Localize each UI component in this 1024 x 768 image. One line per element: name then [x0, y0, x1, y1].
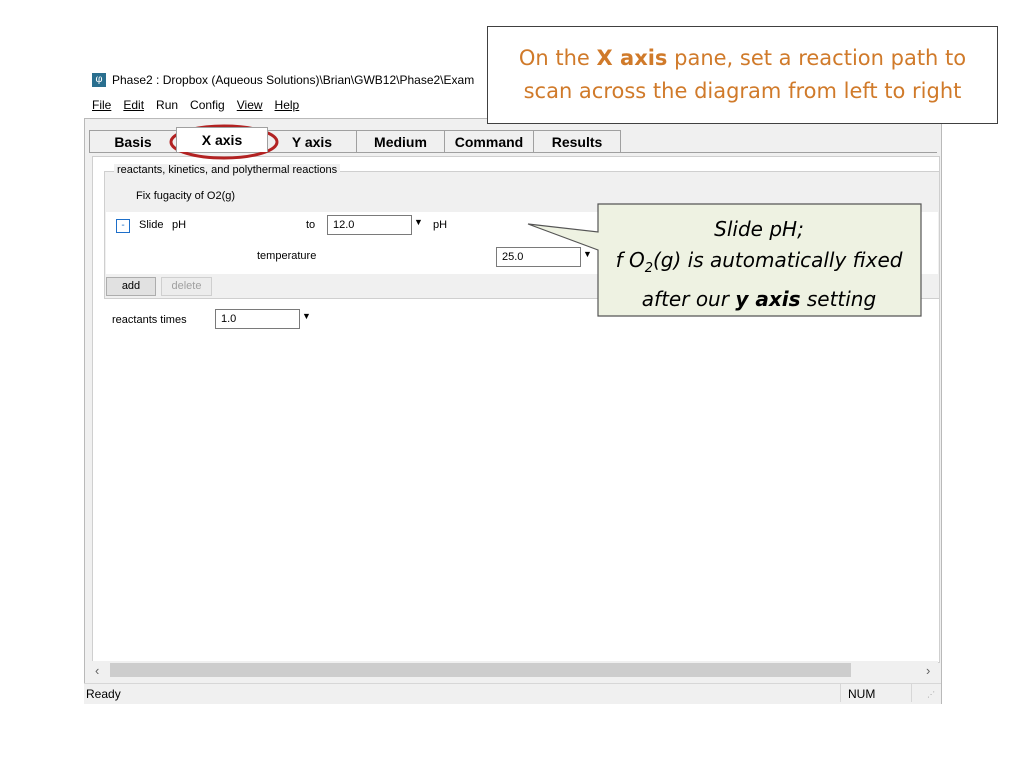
chevron-left-icon[interactable]: ‹	[95, 663, 99, 678]
menu-run[interactable]: Run	[156, 98, 178, 112]
callout-emphasis: X axis	[596, 46, 668, 70]
slide-value-field[interactable]: 12.0	[327, 215, 412, 235]
tab-command[interactable]: Command	[444, 130, 534, 152]
window-title: Phase2 : Dropbox (Aqueous Solutions)\Bri…	[112, 73, 475, 87]
callout-line-1: On the X axis pane, set a reaction path …	[518, 46, 967, 70]
delete-button[interactable]: delete	[161, 277, 212, 296]
tab-results[interactable]: Results	[533, 130, 621, 152]
speech-line-3: after our y axis setting	[641, 287, 877, 311]
speech-callout-text: Slide pH; f O2(g) is automatically fixed…	[597, 214, 921, 315]
menu-file[interactable]: File	[92, 98, 111, 112]
tab-y-axis[interactable]: Y axis	[267, 130, 357, 152]
phase2-icon: φ	[92, 73, 106, 87]
status-text: Ready	[86, 687, 121, 701]
temperature-label: temperature	[257, 250, 317, 262]
slide-label: Slide	[139, 219, 164, 231]
fix-fugacity-label[interactable]: Fix fugacity of O2(g)	[136, 190, 235, 202]
remove-reactant-button[interactable]: -	[116, 219, 130, 233]
reactants-times-label: reactants times	[112, 314, 187, 326]
speech-line-1: Slide pH;	[714, 217, 804, 241]
title-bar: φ Phase2 : Dropbox (Aqueous Solutions)\B…	[92, 70, 474, 90]
scrollbar-thumb[interactable]	[110, 663, 851, 677]
status-bar	[84, 683, 941, 704]
instruction-callout: On the X axis pane, set a reaction path …	[487, 26, 998, 124]
resize-grip-icon[interactable]: ⋰	[927, 690, 935, 699]
menu-config[interactable]: Config	[190, 98, 225, 112]
menu-edit[interactable]: Edit	[123, 98, 144, 112]
chevron-down-icon[interactable]: ▼	[302, 311, 311, 321]
tab-basis[interactable]: Basis	[89, 130, 177, 152]
group-label: reactants, kinetics, and polythermal rea…	[114, 164, 341, 176]
to-label: to	[306, 219, 316, 231]
speech-line-2: f O2(g) is automatically fixed	[615, 248, 903, 276]
reactants-times-field[interactable]: 1.0	[215, 309, 300, 329]
slide-variable[interactable]: pH	[172, 219, 186, 231]
menu-view[interactable]: View	[237, 98, 263, 112]
menu-help[interactable]: Help	[275, 98, 300, 112]
add-button[interactable]: add	[106, 277, 156, 296]
num-indicator: NUM	[848, 687, 876, 701]
tab-medium[interactable]: Medium	[356, 130, 445, 152]
slide-unit[interactable]: pH	[433, 219, 447, 231]
chevron-down-icon[interactable]: ▼	[414, 217, 423, 227]
chevron-right-icon[interactable]: ›	[926, 663, 930, 678]
menu-bar: File Edit Run Config View Help	[92, 98, 299, 112]
tab-x-axis[interactable]: X axis	[176, 127, 268, 152]
callout-line-2: scan across the diagram from left to rig…	[523, 79, 962, 103]
